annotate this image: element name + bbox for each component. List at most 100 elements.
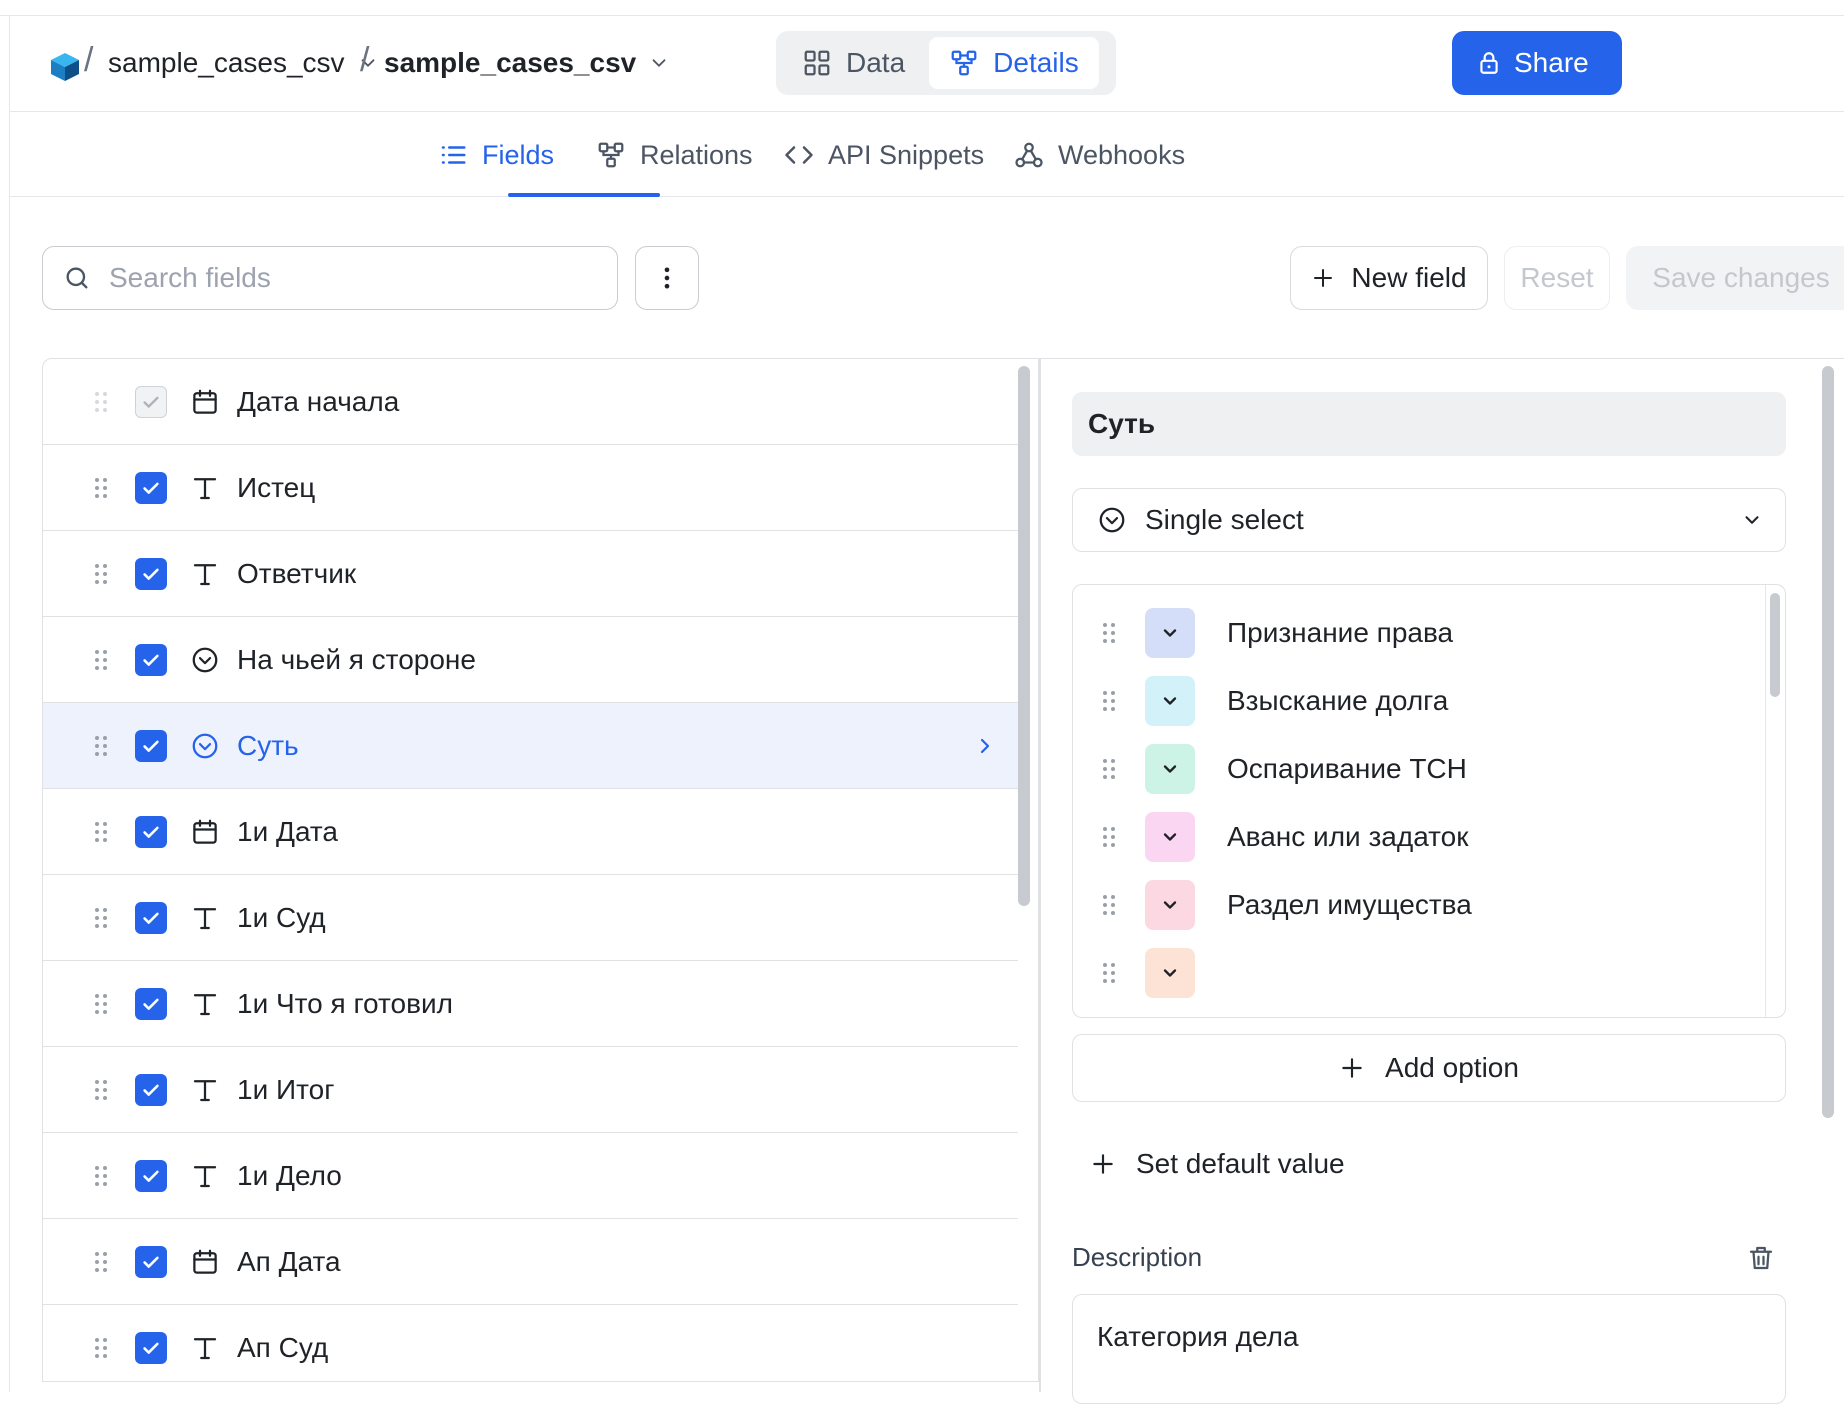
field-row[interactable]: Ответчик <box>43 531 1018 617</box>
option-label[interactable]: Аванс или задаток <box>1227 821 1469 853</box>
new-field-label: New field <box>1351 262 1467 293</box>
field-visibility-checkbox[interactable] <box>135 643 167 676</box>
field-row[interactable]: 1и Итог <box>43 1047 1018 1133</box>
trash-icon[interactable] <box>1746 1242 1776 1274</box>
save-changes-button[interactable]: Save changes <box>1626 246 1844 310</box>
chevron-down-icon <box>1160 759 1180 779</box>
new-field-button[interactable]: New field <box>1290 246 1488 310</box>
field-visibility-checkbox[interactable] <box>135 1331 167 1364</box>
view-switch: Data Details <box>776 31 1116 95</box>
option-label[interactable]: Раздел имущества <box>1227 889 1472 921</box>
drag-handle-icon[interactable] <box>93 1336 109 1360</box>
option-color-picker[interactable] <box>1145 608 1195 658</box>
field-visibility-checkbox[interactable] <box>135 901 167 934</box>
tab-api-snippets-label: API Snippets <box>828 139 985 170</box>
option-label[interactable]: Взыскание долга <box>1227 685 1448 717</box>
reset-button[interactable]: Reset <box>1504 246 1610 310</box>
field-visibility-checkbox[interactable] <box>135 815 167 848</box>
drag-handle-icon[interactable] <box>1101 689 1117 713</box>
drag-handle-icon[interactable] <box>1101 825 1117 849</box>
field-name: 1и Итог <box>237 1073 335 1105</box>
detail-panel-scrollbar[interactable] <box>1822 366 1834 1118</box>
text-type-icon <box>189 1074 221 1106</box>
description-textarea[interactable]: Категория дела <box>1072 1294 1786 1404</box>
field-row[interactable]: 1и Суд <box>43 875 1018 961</box>
tab-api-snippets[interactable]: API Snippets <box>784 113 984 197</box>
field-visibility-checkbox[interactable] <box>135 471 167 504</box>
share-button[interactable]: Share <box>1452 31 1622 95</box>
option-color-picker[interactable] <box>1145 812 1195 862</box>
grid-icon <box>804 50 830 76</box>
details-view-button[interactable]: Details <box>929 37 1099 89</box>
set-default-value-button[interactable]: Set default value <box>1090 1148 1345 1180</box>
field-row[interactable]: Истец <box>43 445 1018 531</box>
field-name-input[interactable]: Суть <box>1072 392 1786 456</box>
drag-handle-icon[interactable] <box>93 390 109 414</box>
field-visibility-checkbox[interactable] <box>135 557 167 590</box>
field-visibility-checkbox[interactable] <box>135 1073 167 1106</box>
drag-handle-icon[interactable] <box>1101 893 1117 917</box>
option-label[interactable]: Оспаривание ТСН <box>1227 753 1467 785</box>
field-row[interactable]: 1и Дата <box>43 789 1018 875</box>
drag-handle-icon[interactable] <box>1101 961 1117 985</box>
option-color-picker[interactable] <box>1145 880 1195 930</box>
tab-relations[interactable]: Relations <box>596 113 753 197</box>
field-visibility-checkbox[interactable] <box>135 1159 167 1192</box>
text-type-icon <box>189 1160 221 1192</box>
field-row[interactable]: На чьей я стороне <box>43 617 1018 703</box>
drag-handle-icon[interactable] <box>93 906 109 930</box>
drag-handle-icon[interactable] <box>93 1078 109 1102</box>
description-value: Категория дела <box>1097 1321 1299 1352</box>
tab-relations-label: Relations <box>640 139 753 170</box>
details-view-label: Details <box>993 47 1079 78</box>
field-visibility-checkbox[interactable] <box>135 729 167 762</box>
tab-webhooks[interactable]: Webhooks <box>1014 113 1185 197</box>
field-name: 1и Суд <box>237 901 326 933</box>
field-type-select[interactable]: Single select <box>1072 488 1786 552</box>
tab-fields[interactable]: Fields <box>438 113 554 197</box>
option-label[interactable]: Признание права <box>1227 617 1453 649</box>
options-scrollbar[interactable] <box>1770 593 1780 697</box>
field-visibility-checkbox[interactable] <box>135 1245 167 1278</box>
field-list-scrollbar[interactable] <box>1018 366 1030 906</box>
more-vertical-icon <box>664 267 670 289</box>
option-color-picker[interactable] <box>1145 744 1195 794</box>
drag-handle-icon[interactable] <box>93 562 109 586</box>
drag-handle-icon[interactable] <box>1101 757 1117 781</box>
single-select-icon <box>189 644 221 676</box>
drag-handle-icon[interactable] <box>93 1164 109 1188</box>
search-input[interactable] <box>107 261 567 295</box>
field-row[interactable]: Ап Дата <box>43 1219 1018 1305</box>
field-row[interactable]: Ап Суд <box>43 1305 1018 1381</box>
field-row[interactable]: Дата начала <box>43 359 1018 445</box>
chevron-down-icon <box>1745 516 1759 524</box>
data-view-button[interactable]: Data <box>782 37 925 89</box>
search-field[interactable] <box>42 246 618 310</box>
add-option-button[interactable]: Add option <box>1072 1034 1786 1102</box>
app-logo-icon[interactable] <box>45 47 85 87</box>
drag-handle-icon[interactable] <box>93 992 109 1016</box>
option-color-picker[interactable] <box>1145 948 1195 998</box>
text-type-icon <box>189 902 221 934</box>
tab-webhooks-label: Webhooks <box>1058 139 1186 170</box>
field-name: 1и Что я готовил <box>237 987 453 1019</box>
webhook-icon <box>1015 142 1043 168</box>
drag-handle-icon[interactable] <box>1101 621 1117 645</box>
option-color-picker[interactable] <box>1145 676 1195 726</box>
field-row[interactable]: 1и Дело <box>43 1133 1018 1219</box>
breadcrumb-table[interactable]: sample_cases_csv <box>384 47 670 79</box>
drag-handle-icon[interactable] <box>93 820 109 844</box>
field-row[interactable]: 1и Что я готовил <box>43 961 1018 1047</box>
drag-handle-icon[interactable] <box>93 648 109 672</box>
drag-handle-icon[interactable] <box>93 1250 109 1274</box>
drag-handle-icon[interactable] <box>93 476 109 500</box>
drag-handle-icon[interactable] <box>93 734 109 758</box>
field-name: 1и Дело <box>237 1159 342 1191</box>
field-visibility-checkbox[interactable] <box>135 987 167 1020</box>
field-row[interactable]: Суть <box>43 703 1018 789</box>
select-option[interactable] <box>1073 933 1763 1013</box>
reset-label: Reset <box>1520 262 1594 293</box>
breadcrumb-workspace[interactable]: sample_cases_csv <box>108 47 379 79</box>
more-options-button[interactable] <box>635 246 699 310</box>
share-label: Share <box>1514 47 1589 78</box>
